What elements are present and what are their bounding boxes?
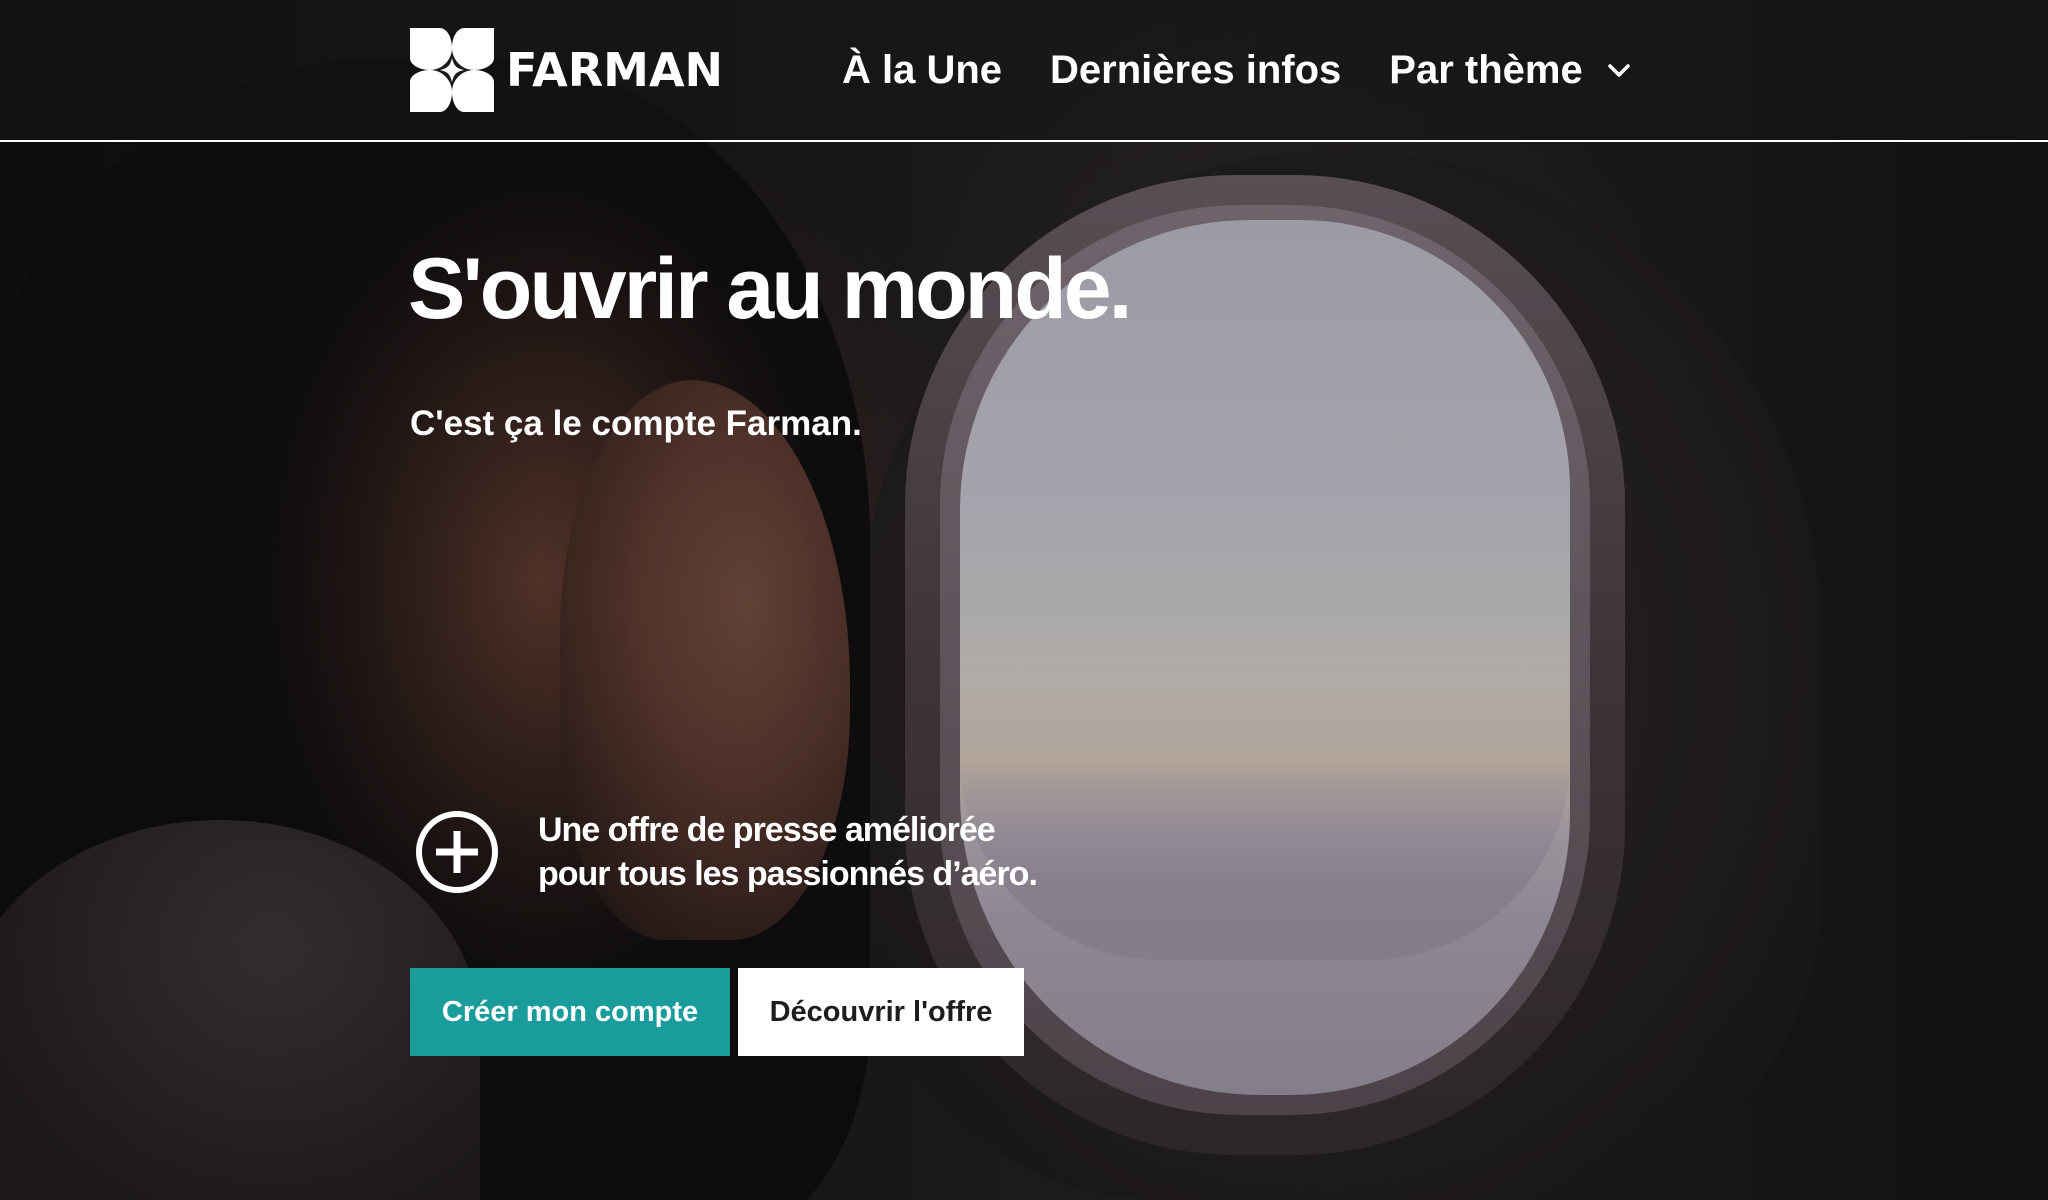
plus-circle-icon bbox=[416, 811, 498, 893]
nav-item-a-la-une[interactable]: À la Une bbox=[842, 48, 1002, 93]
offer-description: Une offre de presse améliorée pour tous … bbox=[538, 808, 1038, 896]
nav-item-label: Dernières infos bbox=[1050, 47, 1342, 92]
nav-item-par-theme[interactable]: Par thème bbox=[1389, 48, 1632, 93]
hero-title: S'ouvrir au monde. bbox=[408, 241, 1132, 337]
offer-line-2: pour tous les passionnés d’aéro. bbox=[538, 855, 1038, 893]
hero-background-photo bbox=[0, 0, 2048, 1200]
nav-item-label: À la Une bbox=[842, 47, 1003, 92]
nav-item-label: Par thème bbox=[1389, 47, 1583, 92]
brand-logo[interactable]: FARMAN bbox=[410, 28, 723, 112]
hero-subtitle: C'est ça le compte Farman. bbox=[410, 404, 862, 443]
background-shade bbox=[0, 0, 2048, 1200]
landing-page: FARMAN À la Une Dernières infos Par thèm… bbox=[0, 0, 2048, 1200]
discover-offer-button[interactable]: Découvrir l'offre bbox=[738, 968, 1024, 1056]
chevron-down-icon bbox=[1607, 64, 1630, 77]
site-header: FARMAN À la Une Dernières infos Par thèm… bbox=[0, 0, 2048, 142]
create-account-button[interactable]: Créer mon compte bbox=[410, 968, 730, 1056]
main-navigation: À la Une Dernières infos Par thème bbox=[842, 40, 1633, 100]
brand-name: FARMAN bbox=[506, 43, 724, 97]
offer-highlight: Une offre de presse améliorée pour tous … bbox=[414, 808, 1038, 896]
farman-logo-icon bbox=[410, 28, 494, 112]
nav-item-dernieres-infos[interactable]: Dernières infos bbox=[1050, 48, 1341, 93]
offer-line-1: Une offre de presse améliorée bbox=[538, 811, 996, 849]
